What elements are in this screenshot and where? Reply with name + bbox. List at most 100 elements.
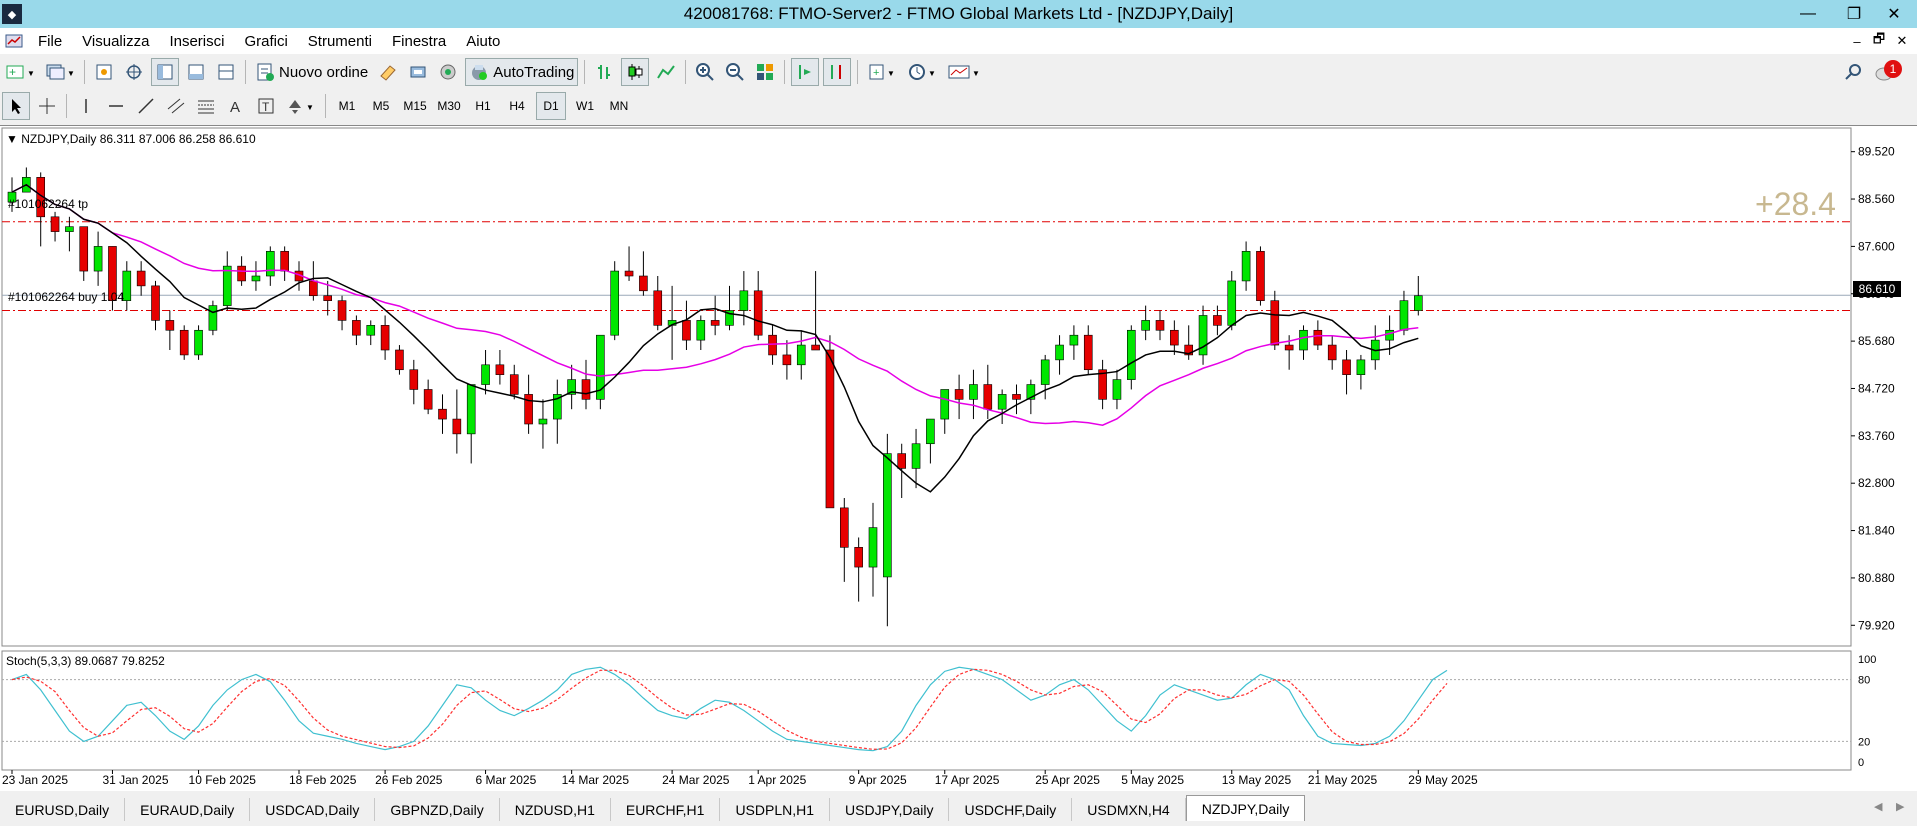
autoscroll-button[interactable] (823, 58, 852, 86)
timeframe-mn-button[interactable]: MN (604, 92, 634, 120)
new-order-button[interactable]: Nuovo ordine (252, 58, 371, 86)
tab-usdmxn[interactable]: USDMXN,H4 (1072, 798, 1186, 821)
svg-text:▼: ▼ (27, 69, 35, 78)
chart-window[interactable]: 10080200 89.52088.56087.60086.64085.6808… (0, 125, 1917, 791)
tab-gbpnzd[interactable]: GBPNZD,Daily (375, 798, 500, 821)
market-button[interactable] (435, 58, 461, 86)
menu-view[interactable]: Visualizza (72, 33, 159, 50)
timeframe-m15-button[interactable]: M15 (400, 92, 430, 120)
chart-ohlc-label: NZDJPY,Daily 86.311 87.006 86.258 86.610 (21, 132, 256, 146)
tab-usdjpy[interactable]: USDJPY,Daily (830, 798, 950, 821)
navigator-button[interactable] (151, 58, 179, 86)
tab-scroll-right-icon[interactable]: ▶ (1896, 800, 1904, 813)
price-chart[interactable]: 10080200 89.52088.56087.60086.64085.6808… (0, 126, 1917, 791)
candle-body (940, 389, 950, 420)
menu-insert[interactable]: Inserisci (159, 33, 234, 50)
text-button[interactable]: A (223, 92, 249, 120)
menu-window[interactable]: Finestra (382, 33, 456, 50)
new-chart-button[interactable]: + ▼ (2, 58, 38, 86)
crosshair-button[interactable] (34, 92, 60, 120)
tab-euraud[interactable]: EURAUD,Daily (125, 798, 251, 821)
date-axis-label: 1 Apr 2025 (748, 773, 806, 787)
metaeditor-button[interactable] (375, 58, 401, 86)
candle-body (1083, 334, 1093, 371)
candle-body (237, 265, 246, 282)
profiles-button[interactable]: ▼ (42, 58, 78, 86)
chart-menu-triangle-icon[interactable]: ▼ (6, 132, 18, 146)
profiles-icon: ▼ (46, 64, 75, 80)
window-close-button[interactable]: ✕ (1871, 0, 1917, 28)
autotrading-button[interactable]: AutoTrading (465, 58, 579, 86)
chart-shift-button[interactable] (791, 58, 820, 86)
window-minimize-button[interactable]: — (1785, 0, 1831, 28)
market-watch-button[interactable] (91, 58, 117, 86)
mdi-restore-button[interactable]: 🗗 (1868, 30, 1890, 52)
notifications-button[interactable]: 1 (1872, 58, 1908, 84)
signals-button[interactable] (405, 58, 431, 86)
timeframe-m1-button[interactable]: M1 (332, 92, 362, 120)
cursor-button[interactable] (2, 92, 30, 120)
menu-help[interactable]: Aiuto (456, 33, 510, 50)
clock-icon: ▼ (909, 64, 936, 80)
equidistant-channel-button[interactable] (163, 92, 189, 120)
indicators-button[interactable]: + ▼ (864, 58, 900, 86)
date-axis-label: 14 Mar 2025 (562, 773, 630, 787)
tab-nzdusd[interactable]: NZDUSD,H1 (500, 798, 611, 821)
price-axis-label: 88.560 (1858, 192, 1895, 206)
candle-body (452, 418, 462, 435)
terminal-icon (188, 64, 204, 80)
toolbar-separator (84, 60, 85, 84)
candle-body (481, 364, 490, 385)
mdi-close-button[interactable]: ✕ (1891, 30, 1913, 52)
chart-window-icon[interactable] (4, 31, 24, 51)
mdi-minimize-button[interactable]: – (1846, 30, 1868, 52)
tile-windows-button[interactable] (752, 58, 778, 86)
trendline-button[interactable] (133, 92, 159, 120)
candlestick-chart-button[interactable] (621, 58, 650, 86)
zoom-out-button[interactable] (722, 58, 748, 86)
svg-text:▼: ▼ (928, 69, 936, 78)
data-window-button[interactable] (121, 58, 147, 86)
tab-scroll-left-icon[interactable]: ◀ (1874, 800, 1882, 813)
app-icon[interactable]: ◆ (2, 4, 22, 24)
candle-body (926, 418, 935, 445)
candle-body (251, 275, 261, 282)
tab-usdpln[interactable]: USDPLN,H1 (720, 798, 831, 821)
menu-charts[interactable]: Grafici (234, 33, 297, 50)
periods-button[interactable]: ▼ (904, 58, 940, 86)
tab-eurusd[interactable]: EURUSD,Daily (0, 798, 126, 821)
menu-tools[interactable]: Strumenti (298, 33, 382, 50)
tab-usdcad[interactable]: USDCAD,Daily (250, 798, 376, 821)
candle-body (796, 344, 806, 366)
arrows-button[interactable]: ▼ (283, 92, 319, 120)
terminal-button[interactable] (183, 58, 209, 86)
candle-body (1284, 344, 1294, 351)
fibonacci-button[interactable] (193, 92, 219, 120)
timeframe-h1-button[interactable]: H1 (468, 92, 498, 120)
horizontal-line-button[interactable] (103, 92, 129, 120)
timeframe-m5-button[interactable]: M5 (366, 92, 396, 120)
timeframe-h4-button[interactable]: H4 (502, 92, 532, 120)
timeframe-d1-button[interactable]: D1 (536, 92, 566, 120)
bar-chart-button[interactable] (591, 58, 617, 86)
templates-button[interactable]: ▼ (944, 58, 984, 86)
search-icon[interactable] (1844, 62, 1864, 85)
vertical-line-button[interactable] (73, 92, 99, 120)
candle-body (1356, 359, 1366, 375)
strategy-tester-button[interactable] (213, 58, 239, 86)
buy-order-label: #101062264 buy 1.04 (8, 290, 125, 304)
timeframe-w1-button[interactable]: W1 (570, 92, 600, 120)
text-label-button[interactable]: T (253, 92, 279, 120)
price-axis-label: 81.840 (1858, 524, 1895, 538)
stoch-axis-label: 100 (1858, 654, 1876, 666)
timeframe-m30-button[interactable]: M30 (434, 92, 464, 120)
tab-eurchf[interactable]: EURCHF,H1 (611, 798, 721, 821)
menu-file[interactable]: File (28, 33, 72, 50)
tab-nzdjpy[interactable]: NZDJPY,Daily (1185, 795, 1306, 821)
line-chart-button[interactable] (653, 58, 679, 86)
tab-usdchf[interactable]: USDCHF,Daily (949, 798, 1073, 821)
candle-body (969, 384, 978, 400)
zoom-in-button[interactable] (692, 58, 718, 86)
candle-body (710, 320, 720, 326)
stoch-axis-label: 20 (1858, 736, 1870, 748)
